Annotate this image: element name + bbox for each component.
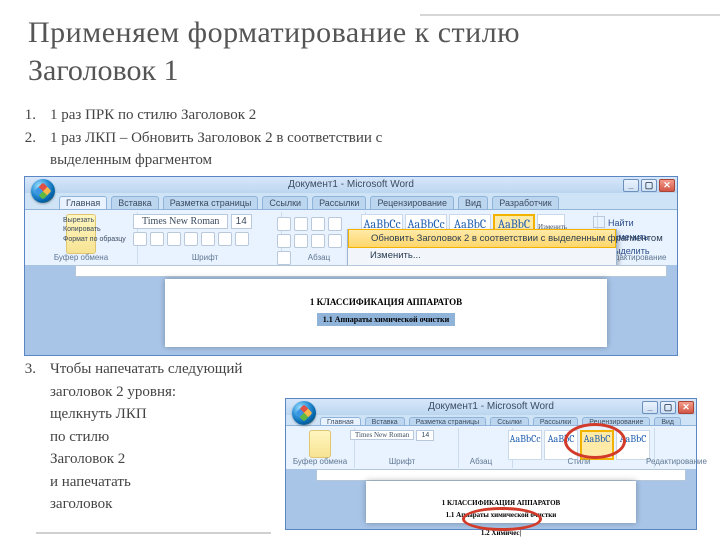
superscript-icon[interactable] — [218, 232, 232, 246]
annotation-circle-text — [462, 507, 542, 531]
maximize-button[interactable]: ▢ — [641, 179, 657, 192]
word-screenshot-2: Документ1 - Microsoft Word _ ▢ ✕ Главная… — [285, 398, 697, 530]
multilevel-icon[interactable] — [311, 217, 325, 231]
slide: Применяем форматирование к стилю Заголов… — [0, 0, 720, 540]
list-item: 3. Чтобы напечатать следующий заголовок … — [22, 358, 300, 516]
group-label: Буфер обмена — [25, 253, 137, 262]
list-text-line: Заголовок 2 — [50, 451, 125, 467]
instruction-list: 1. 1 раз ПРК по стилю Заголовок 2 2. 1 р… — [22, 104, 382, 172]
indent-inc-icon[interactable] — [277, 234, 291, 248]
word-screenshot-1: Документ1 - Microsoft Word _ ▢ ✕ Главная… — [24, 176, 678, 356]
tab-review[interactable]: Рецензирование — [370, 196, 454, 209]
list-text: 1 раз ПРК по стилю Заголовок 2 — [50, 104, 256, 127]
paste-icon[interactable] — [309, 430, 331, 458]
minimize-button[interactable]: _ — [623, 179, 639, 192]
underline-icon[interactable] — [167, 232, 181, 246]
instruction-list-continued: 3. Чтобы напечатать следующий заголовок … — [22, 358, 300, 516]
list-number: 1. — [22, 104, 36, 127]
align-center-icon[interactable] — [311, 234, 325, 248]
list-number: 2. — [22, 127, 36, 172]
group-label: Абзац — [450, 457, 512, 466]
office-orb-icon[interactable] — [292, 401, 316, 425]
italic-icon[interactable] — [150, 232, 164, 246]
tab-insert[interactable]: Вставка — [111, 196, 158, 209]
find-button[interactable]: Найти — [593, 216, 679, 228]
list-text-line: заголовок — [50, 496, 112, 512]
document-page[interactable]: 1 КЛАССИФИКАЦИЯ АППАРАТОВ 1.1 Аппараты х… — [165, 279, 607, 347]
slide-title-line2: Заголовок 1 — [28, 54, 179, 88]
group-label: Стили — [504, 457, 654, 466]
tab-view[interactable]: Вид — [458, 196, 488, 209]
tab-layout[interactable]: Разметка страницы — [163, 196, 259, 209]
office-orb-icon[interactable] — [31, 179, 55, 203]
window-buttons: _ ▢ ✕ — [623, 179, 675, 192]
list-text: Чтобы напечатать следующий заголовок 2 у… — [50, 358, 300, 516]
textcolor-icon[interactable] — [235, 232, 249, 246]
slide-title-line1: Применяем форматирование к стилю — [28, 16, 520, 50]
group-clipboard: Буфер обмена — [286, 428, 355, 468]
group-label: Шрифт — [346, 457, 458, 466]
tab-developer[interactable]: Разработчик — [492, 196, 558, 209]
annotation-circle-style — [564, 423, 626, 459]
ribbon-tabs: Главная Вставка Разметка страницы Ссылки… — [59, 195, 677, 209]
align-right-icon[interactable] — [328, 234, 342, 248]
align-left-icon[interactable] — [294, 234, 308, 248]
group-font: Times New Roman 14 Шрифт — [129, 212, 282, 264]
list-text-line: и напечатать — [50, 474, 131, 490]
bold-icon[interactable] — [133, 232, 147, 246]
menu-modify-style[interactable]: Изменить... — [348, 247, 616, 264]
font-name-combo[interactable]: Times New Roman — [133, 214, 228, 229]
tab-references[interactable]: Ссылки — [262, 196, 308, 209]
font-size-combo[interactable]: 14 — [416, 430, 434, 441]
subscript-icon[interactable] — [201, 232, 215, 246]
format-painter-button[interactable]: Формат по образцу — [63, 235, 133, 244]
group-editing: Редактирование — [646, 428, 702, 468]
document-area: 1 КЛАССИФИКАЦИЯ АППАРАТОВ 1.1 Аппараты х… — [25, 265, 677, 355]
list-number: 3. — [22, 358, 36, 516]
list-item: 1. 1 раз ПРК по стилю Заголовок 2 — [22, 104, 382, 127]
list-text-line: выделенным фрагментом — [50, 152, 212, 168]
menu-update-style[interactable]: Обновить Заголовок 2 в соответствии с вы… — [348, 229, 616, 248]
list-text-line: Чтобы напечатать следующий заголовок 2 у… — [50, 361, 242, 400]
group-font: Times New Roman 14 Шрифт — [346, 428, 459, 468]
copy-button[interactable]: Копировать — [63, 225, 133, 234]
ribbon: Буфер обмена Times New Roman 14 Шрифт Аб… — [286, 425, 696, 471]
list-text-line: щелкнуть ЛКП — [50, 406, 147, 422]
group-label: Шрифт — [129, 253, 281, 262]
list-text: 1 раз ЛКП – Обновить Заголовок 2 в соотв… — [50, 127, 382, 172]
indent-dec-icon[interactable] — [328, 217, 342, 231]
font-name-combo[interactable]: Times New Roman — [350, 430, 414, 440]
doc-heading-2-selected: 1.1 Аппараты химической очистки — [317, 313, 456, 326]
ruler[interactable] — [75, 265, 667, 277]
doc-heading-1: 1 КЛАССИФИКАЦИЯ АППАРАТОВ — [382, 499, 620, 507]
decorative-rule-bottom — [36, 532, 271, 534]
list-text-line: по стилю — [50, 429, 109, 445]
list-text-line: 1 раз ЛКП – Обновить Заголовок 2 в соотв… — [50, 130, 382, 146]
group-label: Редактирование — [646, 457, 702, 466]
numbering-icon[interactable] — [294, 217, 308, 231]
bullets-icon[interactable] — [277, 217, 291, 231]
tab-mailings[interactable]: Рассылки — [312, 196, 366, 209]
close-button[interactable]: ✕ — [659, 179, 675, 192]
list-item: 2. 1 раз ЛКП – Обновить Заголовок 2 в со… — [22, 127, 382, 172]
window-titlebar: Документ1 - Microsoft Word — [25, 177, 677, 193]
style-swatch-normal[interactable]: AaBbCc — [508, 430, 542, 460]
ruler[interactable] — [316, 469, 686, 481]
font-size-combo[interactable]: 14 — [231, 214, 252, 229]
tab-home[interactable]: Главная — [59, 196, 107, 209]
cut-button[interactable]: Вырезать — [63, 216, 133, 225]
group-label: Буфер обмена — [286, 457, 354, 466]
strike-icon[interactable] — [184, 232, 198, 246]
group-clipboard: Вырезать Копировать Формат по образцу Бу… — [25, 212, 138, 264]
doc-heading-1: 1 КЛАССИФИКАЦИЯ АППАРАТОВ — [181, 297, 591, 307]
